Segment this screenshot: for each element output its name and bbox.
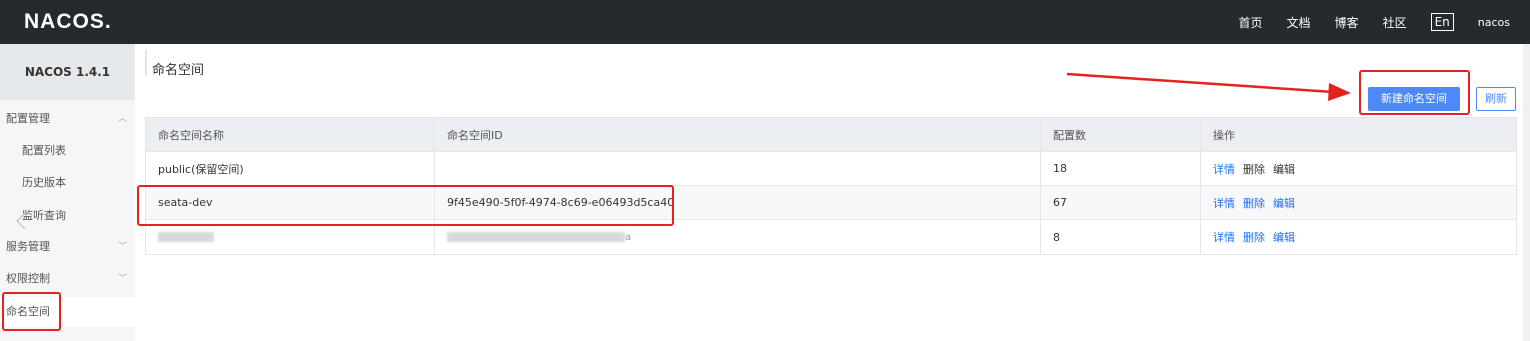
sidebar-item-config-management[interactable]: 配置管理 ︿ bbox=[0, 104, 135, 134]
top-nav: 首页 文档 博客 社区 En nacos bbox=[1215, 0, 1510, 44]
nav-docs-link[interactable]: 文档 bbox=[1287, 14, 1311, 31]
detail-link[interactable]: 详情 bbox=[1213, 161, 1235, 177]
sidebar-item-service-management[interactable]: 服务管理 ﹀ bbox=[0, 232, 135, 262]
delete-link[interactable]: 删除 bbox=[1243, 195, 1265, 211]
column-header-name: 命名空间名称 bbox=[146, 118, 435, 151]
version-label: NACOS 1.4.1 bbox=[0, 44, 135, 100]
redacted-text bbox=[158, 232, 214, 242]
sidebar-item-label: 权限控制 bbox=[6, 272, 50, 285]
annotation-highlight-row bbox=[137, 185, 674, 226]
page-title: 命名空间 bbox=[152, 63, 205, 78]
page-scrollbar[interactable] bbox=[1523, 44, 1530, 341]
edit-link[interactable]: 编辑 bbox=[1273, 195, 1295, 211]
column-header-id: 命名空间ID bbox=[435, 118, 1041, 151]
sidebar-item-label: 配置管理 bbox=[6, 112, 50, 125]
namespace-id-cell bbox=[435, 152, 1041, 185]
column-header-count: 配置数 bbox=[1041, 118, 1201, 151]
detail-link[interactable]: 详情 bbox=[1213, 195, 1235, 211]
actions-cell: 详情 删除 编辑 bbox=[1201, 220, 1516, 254]
sidebar-item-history[interactable]: 历史版本 bbox=[0, 168, 135, 198]
sidebar-item-label: 服务管理 bbox=[6, 240, 50, 253]
namespace-name-cell: public(保留空间) bbox=[146, 152, 435, 185]
sidebar-item-label: 历史版本 bbox=[22, 176, 66, 189]
sidebar-item-access-control[interactable]: 权限控制 ﹀ bbox=[0, 264, 135, 294]
actions-cell: 详情 删除 编辑 bbox=[1201, 186, 1516, 219]
chevron-down-icon: ﹀ bbox=[117, 274, 127, 284]
delete-link[interactable]: 删除 bbox=[1243, 229, 1265, 245]
edit-link[interactable]: 编辑 bbox=[1273, 161, 1295, 177]
edit-link[interactable]: 编辑 bbox=[1273, 229, 1295, 245]
redacted-text bbox=[447, 232, 625, 242]
top-bar: NACOS. 首页 文档 博客 社区 En nacos bbox=[0, 0, 1530, 44]
refresh-button[interactable]: 刷新 bbox=[1476, 87, 1516, 111]
table-row: public(保留空间) 18 详情 删除 编辑 bbox=[146, 152, 1516, 186]
sidebar-item-label: 监听查询 bbox=[22, 209, 66, 222]
config-count-cell: 18 bbox=[1041, 152, 1201, 185]
language-switch-button[interactable]: En bbox=[1430, 13, 1454, 31]
actions-cell: 详情 删除 编辑 bbox=[1201, 152, 1516, 185]
config-count-cell: 67 bbox=[1041, 186, 1201, 219]
nav-community-link[interactable]: 社区 bbox=[1383, 14, 1407, 31]
collapse-sidebar-icon[interactable] bbox=[16, 212, 26, 230]
chevron-down-icon: ﹀ bbox=[117, 242, 127, 252]
title-accent-bar bbox=[145, 50, 147, 76]
annotation-highlight-sidebar bbox=[2, 292, 61, 331]
chevron-up-icon: ︿ bbox=[117, 114, 127, 124]
detail-link[interactable]: 详情 bbox=[1213, 229, 1235, 245]
nav-home-link[interactable]: 首页 bbox=[1239, 14, 1263, 31]
column-header-actions: 操作 bbox=[1213, 128, 1235, 142]
config-count-cell: 8 bbox=[1041, 220, 1201, 254]
user-menu[interactable]: nacos bbox=[1478, 16, 1510, 29]
sidebar-item-label: 配置列表 bbox=[22, 144, 66, 157]
annotation-arrow-icon bbox=[1066, 72, 1351, 101]
nav-blog-link[interactable]: 博客 bbox=[1335, 14, 1359, 31]
table-header-row: 命名空间名称 命名空间ID 配置数 操作 bbox=[146, 118, 1516, 152]
sidebar-item-config-list[interactable]: 配置列表 bbox=[0, 136, 135, 166]
nacos-logo[interactable]: NACOS. bbox=[24, 10, 112, 34]
delete-link[interactable]: 删除 bbox=[1243, 161, 1265, 177]
annotation-highlight-button bbox=[1359, 70, 1470, 115]
